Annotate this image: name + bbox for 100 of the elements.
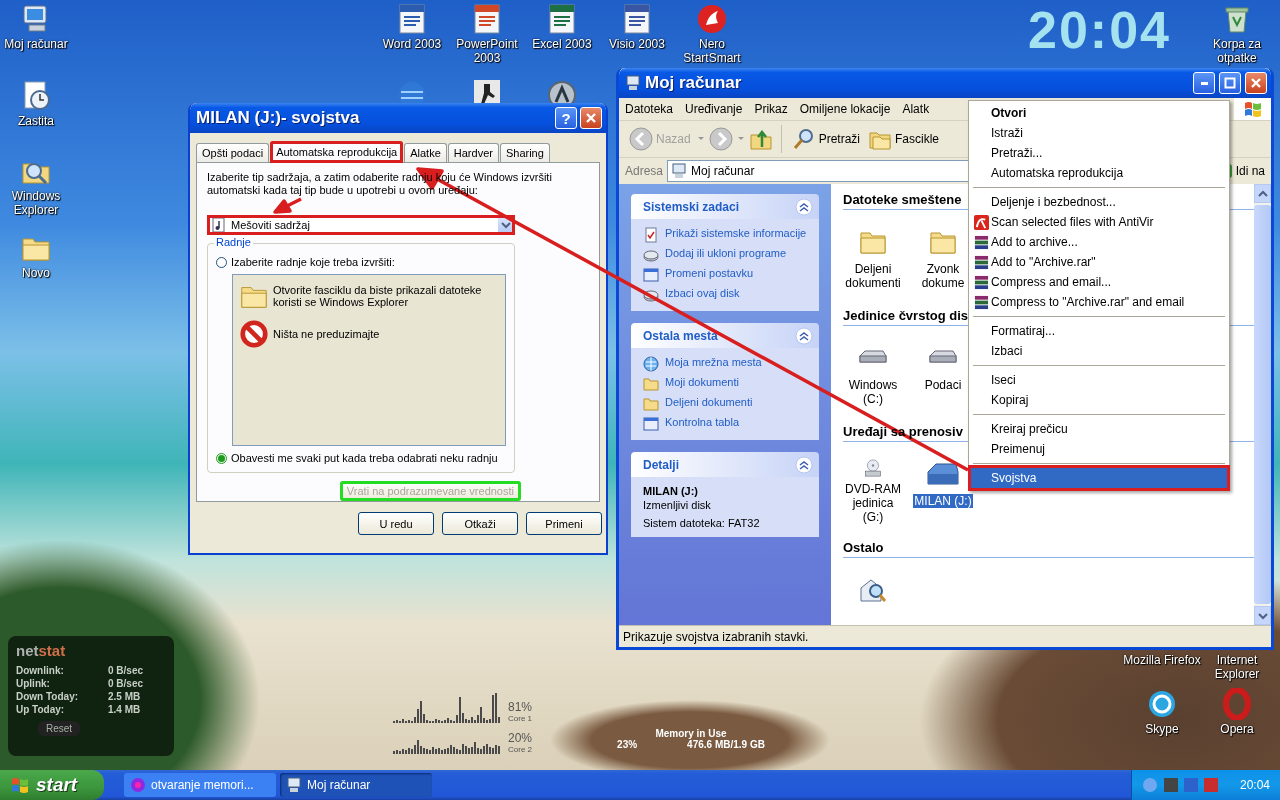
tab[interactable]: Automatska reprodukcija [270,141,404,163]
drive-item-label[interactable]: Windows (C:) [843,378,903,406]
task-link[interactable]: Moji dokumenti [665,376,739,388]
collapse-chevron-icon[interactable] [795,326,813,345]
desktop-icon-label[interactable]: Opera [1220,722,1254,736]
desktop-icon-label[interactable]: Excel 2003 [532,37,592,51]
group-header: Datoteke smeštene [843,192,962,207]
task-link[interactable]: Prikaži sistemske informacije [665,227,807,239]
close-button[interactable] [580,107,602,129]
menu-item[interactable]: Omiljene lokacije [793,102,897,116]
minimize-button[interactable] [1193,72,1215,94]
computer-icon [625,75,641,91]
window-title: MILAN (J:)- svojstva [196,108,361,128]
radio-label[interactable]: Izaberite radnje koje treba izvršiti: [231,256,395,268]
desktop-icon-label[interactable]: Nero StartSmart [672,37,752,65]
panel-header[interactable]: Sistemski zadaci [631,194,819,219]
menu-item[interactable]: Iseci [971,370,1227,390]
drive-item-label[interactable]: Deljeni dokumenti [843,262,903,290]
radio-button[interactable] [216,256,227,268]
menu-item[interactable]: Alatk [896,102,936,116]
folders-button[interactable]: Fascikle [866,127,942,151]
scroll-up-button[interactable] [1254,184,1271,203]
panel-header[interactable]: Ostala mesta [631,323,819,348]
desktop-icon-label[interactable]: Korpa za otpatke [1197,37,1277,65]
desktop-icon-label[interactable]: Skype [1145,722,1179,736]
taskbar-button[interactable]: otvaranje memori... [124,773,276,797]
drive-item-label[interactable]: DVD-RAM jedinica (G:) [843,482,903,524]
desktop-icon-label[interactable]: Visio 2003 [609,37,665,51]
task-link[interactable]: Deljeni dokumenti [665,396,753,408]
menu-item[interactable]: Compress to "Archive.rar" and email [971,292,1227,312]
radio-button[interactable] [216,452,227,464]
menu-item[interactable]: Add to "Archive.rar" [971,252,1227,272]
menu-item[interactable]: Preimenuj [971,439,1227,459]
computer-icon [286,777,302,793]
stat-value: 0 B/sec [108,665,144,676]
flag-logo-icon [10,775,30,795]
tab[interactable]: Hardver [447,143,499,162]
menu-item[interactable]: Compress and email... [971,272,1227,292]
widget-title: netstat [16,642,67,659]
desktop-icon-label[interactable]: Zastita [18,114,54,128]
memory-amount: 476.6 MB/1.9 GB [687,739,765,750]
radio-label[interactable]: Obavesti me svaki put kada treba odabrati neku radnju [231,452,498,464]
content-type-dropdown[interactable]: Mešoviti sadržaj [207,215,515,235]
help-button[interactable]: ? [555,107,577,129]
menu-item[interactable]: Pretraži... [971,143,1227,163]
menu-item[interactable]: Add to archive... [971,232,1227,252]
document-icon [643,227,659,243]
drive-item-label[interactable]: Podaci [923,378,963,392]
menu-item[interactable]: Istraži [971,123,1227,143]
memory-title: Memory in Use [655,728,727,739]
dialog-button[interactable]: Primeni [526,512,602,535]
menu-item[interactable]: Izbaci [971,341,1227,361]
stat-label: Downlink: [16,665,65,676]
search-button[interactable]: Pretraži [789,127,863,151]
umbrella-logo-icon [973,214,989,230]
drive-type: Izmenljivi disk [643,499,712,511]
task-link[interactable]: Izbaci ovaj disk [665,287,740,299]
menu-item[interactable]: Kreiraj prečicu [971,419,1227,439]
tab[interactable]: Alatke [404,143,447,162]
panel-header[interactable]: Detalji [631,452,819,477]
reset-button[interactable]: Reset [38,721,81,736]
disk-icon [643,247,659,263]
search-icon [791,127,816,151]
menu-item[interactable]: Deljenje i bezbednost... [971,192,1227,212]
drive-item-label[interactable]: MILAN (J:) [913,494,973,508]
scroll-down-button[interactable] [1254,606,1271,625]
dialog-button[interactable]: Otkaži [442,512,518,535]
menu-item[interactable]: Kopiraj [971,390,1227,410]
menu-item[interactable]: Otvori [971,103,1227,123]
dialog-button[interactable]: U redu [358,512,434,535]
menu-item[interactable]: Prikaz [748,102,794,116]
taskbar-button[interactable]: Moj računar [280,773,432,797]
menu-item[interactable]: Uređivanje [679,102,749,116]
desktop-icon-label[interactable]: PowerPoint 2003 [447,37,527,65]
menu-item[interactable]: Formatiraj... [971,321,1227,341]
task-link[interactable]: Kontrolna tabla [665,416,739,428]
desktop-icon-label[interactable]: Word 2003 [382,37,442,51]
task-link[interactable]: Moja mrežna mesta [665,356,762,368]
drive-item-label[interactable]: Zvonk dokume [913,262,973,290]
tab[interactable]: Opšti podaci [196,143,270,162]
menu-item[interactable]: Scan selected files with AntiVir [971,212,1227,232]
maximize-button[interactable] [1219,72,1241,94]
folder-icon [643,396,659,412]
close-button[interactable] [1245,72,1267,94]
stat-value: 0 B/sec [108,678,144,689]
start-button[interactable]: start [0,770,104,800]
stat-label: Down Today: [16,691,80,702]
group-header: Jedinice čvrstog dis [843,308,968,323]
collapse-chevron-icon[interactable] [795,197,813,216]
menu-item[interactable]: Svojstva [971,468,1227,488]
maximize-icon [1224,77,1236,89]
collapse-chevron-icon[interactable] [795,455,813,474]
minimize-icon [1200,81,1208,85]
desktop-icon-label[interactable]: Mozilla Firefox [1123,653,1201,667]
task-link[interactable]: Dodaj ili ukloni programe [665,247,787,259]
desktop-icon-label[interactable]: Moj računar [4,37,68,51]
tab[interactable]: Sharing [499,143,550,162]
task-link[interactable]: Promeni postavku [665,267,754,279]
desktop-icon-label[interactable]: Windows Explorer [0,189,76,217]
menu-item[interactable]: Datoteka [619,102,680,116]
